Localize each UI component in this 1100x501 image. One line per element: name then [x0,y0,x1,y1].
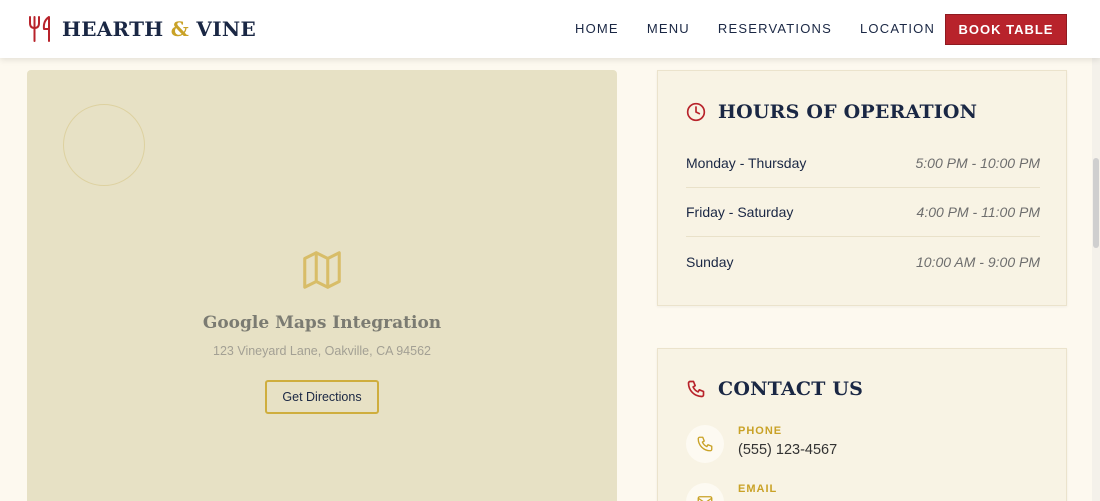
hours-panel: HOURS OF OPERATION Monday - Thursday 5:0… [657,70,1067,306]
scrollbar-thumb[interactable] [1093,158,1099,248]
phone-icon [686,379,706,399]
brand-logo[interactable]: HEARTH & VINE [28,14,256,44]
top-navigation-bar: HEARTH & VINE HOME MENU RESERVATIONS LOC… [0,0,1100,58]
hours-time: 5:00 PM - 10:00 PM [915,155,1040,171]
map-address: 123 Vineyard Lane, Oakville, CA 94562 [213,344,431,358]
map-placeholder[interactable]: Google Maps Integration 123 Vineyard Lan… [27,70,617,501]
get-directions-button[interactable]: Get Directions [265,380,379,414]
hours-row: Sunday 10:00 AM - 9:00 PM [686,237,1040,286]
hours-time: 4:00 PM - 11:00 PM [916,204,1040,220]
nav-home[interactable]: HOME [575,21,619,36]
contact-heading: CONTACT US [686,378,863,400]
contact-value[interactable]: (555) 123-4567 [738,442,837,458]
map-title: Google Maps Integration [202,313,442,333]
hours-day: Monday - Thursday [686,155,807,171]
hours-day: Sunday [686,253,734,270]
hours-title: HOURS OF OPERATION [718,101,978,123]
phone-icon [686,425,724,463]
hours-day: Friday - Saturday [686,204,794,220]
nav-reservations[interactable]: RESERVATIONS [718,21,832,36]
fork-knife-icon [28,15,54,43]
book-table-button[interactable]: BOOK TABLE [945,14,1067,45]
contact-label: EMAIL [738,483,778,495]
main-nav: HOME MENU RESERVATIONS LOCATION [575,21,963,36]
brand-name-part1: HEARTH [62,17,164,41]
hours-row: Monday - Thursday 5:00 PM - 10:00 PM [686,139,1040,188]
brand-name: HEARTH & VINE [62,17,256,41]
contact-panel: CONTACT US PHONE (555) 123-4567 EMAIL [657,348,1067,501]
hours-time: 10:00 AM - 9:00 PM [916,253,1040,270]
brand-ampersand: & [170,17,190,41]
clock-icon [686,102,706,122]
hours-heading: HOURS OF OPERATION [686,101,977,123]
hours-row: Friday - Saturday 4:00 PM - 11:00 PM [686,188,1040,237]
page-scrollbar[interactable] [1092,58,1100,501]
contact-title: CONTACT US [718,378,864,400]
map-icon [299,247,345,297]
contact-label: PHONE [738,425,783,437]
nav-menu[interactable]: MENU [647,21,690,36]
decorative-circle [63,104,145,186]
nav-location[interactable]: LOCATION [860,21,935,36]
brand-name-part2: VINE [196,17,257,41]
mail-icon [686,483,724,501]
